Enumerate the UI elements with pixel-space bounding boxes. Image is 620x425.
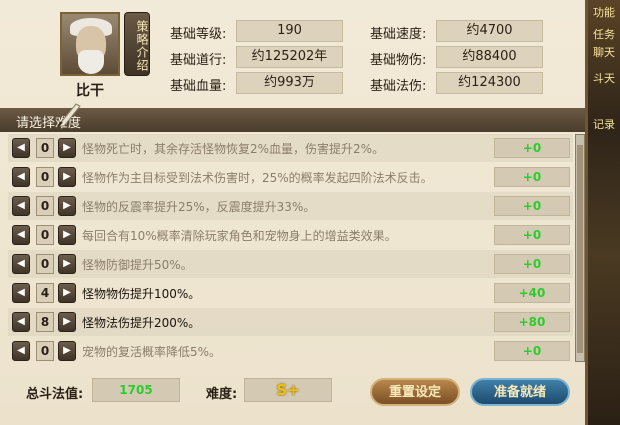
- decrease-arrow-icon[interactable]: ◀: [12, 283, 30, 303]
- decrease-arrow-icon[interactable]: ◀: [12, 167, 30, 187]
- difficulty-option-row: ◀ 4 ▶ 怪物物伤提升100%。 +40: [8, 279, 573, 307]
- decrease-arrow-icon[interactable]: ◀: [12, 225, 30, 245]
- decrease-arrow-icon[interactable]: ◀: [12, 341, 30, 361]
- base-level-value: 190: [236, 20, 343, 42]
- difficulty-option-row: ◀ 0 ▶ 怪物防御提升50%。 +0: [8, 250, 573, 278]
- side-tab-chat[interactable]: 聊天: [593, 44, 620, 62]
- difficulty-option-row: ◀ 0 ▶ 每回合有10%概率清除玩家角色和宠物身上的增益类效果。 +0: [8, 221, 573, 249]
- base-level-label: 基础等级:: [170, 27, 227, 42]
- scrollbar[interactable]: [575, 134, 585, 362]
- background-side-panel: 功能 聊天 斗天 任务 记录: [585, 0, 620, 425]
- option-bonus-value: +0: [494, 196, 570, 216]
- difficulty-label: 难度:: [206, 387, 238, 402]
- option-description: 怪物防御提升50%。: [82, 258, 193, 272]
- option-description: 怪物作为主目标受到法术伤害时，25%的概率发起四阶法术反击。: [82, 171, 433, 185]
- decrease-arrow-icon[interactable]: ◀: [12, 254, 30, 274]
- difficulty-option-row: ◀ 0 ▶ 怪物作为主目标受到法术伤害时，25%的概率发起四阶法术反击。 +0: [8, 163, 573, 191]
- portrait-beard: [78, 50, 104, 74]
- difficulty-panel: 策略介绍 比干 基础等级: 190 基础速度: 约4700 基础道行: 约125…: [0, 0, 588, 425]
- difficulty-header-bar: 请选择难度: [0, 103, 585, 132]
- base-dao-label: 基础道行:: [170, 53, 227, 68]
- option-bonus-value: +0: [494, 167, 570, 187]
- increase-arrow-icon[interactable]: ▶: [58, 196, 76, 216]
- ready-button[interactable]: 准备就绪: [470, 378, 570, 406]
- total-score-value: 1705: [92, 378, 180, 402]
- base-hp-value: 约993万: [236, 72, 343, 94]
- increase-arrow-icon[interactable]: ▶: [58, 167, 76, 187]
- option-count: 0: [36, 225, 54, 245]
- difficulty-option-row: ◀ 8 ▶ 怪物法伤提升200%。 +80: [8, 308, 573, 336]
- quill-pen-icon: [56, 103, 81, 127]
- base-hp-label: 基础血量:: [170, 79, 227, 94]
- base-phys-value: 约88400: [436, 46, 543, 68]
- option-count: 8: [36, 312, 54, 332]
- increase-arrow-icon[interactable]: ▶: [58, 138, 76, 158]
- option-count: 0: [36, 254, 54, 274]
- option-bonus-value: +0: [494, 341, 570, 361]
- base-dao-value: 约125202年: [236, 46, 343, 68]
- option-description: 怪物物伤提升100%。: [82, 287, 201, 301]
- character-portrait: [60, 12, 120, 76]
- option-bonus-value: +80: [494, 312, 570, 332]
- reset-settings-button[interactable]: 重置设定: [370, 378, 460, 406]
- difficulty-option-list: ◀ 0 ▶ 怪物死亡时，其余存活怪物恢复2%血量，伤害提升2%。 +0 ◀ 0 ▶ 怪物作为主目…: [8, 134, 573, 366]
- strategy-intro-button[interactable]: 策略介绍: [124, 12, 150, 76]
- character-name: 比干: [76, 83, 104, 99]
- total-score-label: 总斗法值:: [26, 387, 84, 402]
- increase-arrow-icon[interactable]: ▶: [58, 225, 76, 245]
- increase-arrow-icon[interactable]: ▶: [58, 341, 76, 361]
- base-magic-label: 基础法伤:: [370, 79, 427, 94]
- option-count: 0: [36, 341, 54, 361]
- difficulty-option-row: ◀ 0 ▶ 怪物死亡时，其余存活怪物恢复2%血量，伤害提升2%。 +0: [8, 134, 573, 162]
- side-tab-battle[interactable]: 斗天: [593, 70, 620, 88]
- decrease-arrow-icon[interactable]: ◀: [12, 196, 30, 216]
- increase-arrow-icon[interactable]: ▶: [58, 254, 76, 274]
- base-speed-value: 约4700: [436, 20, 543, 42]
- side-tab-record[interactable]: 记录: [593, 116, 620, 134]
- option-description: 怪物法伤提升200%。: [82, 316, 201, 330]
- base-phys-label: 基础物伤:: [370, 53, 427, 68]
- option-bonus-value: +0: [494, 254, 570, 274]
- option-description: 怪物的反震率提升25%，反震度提升33%。: [82, 200, 316, 214]
- option-bonus-value: +0: [494, 225, 570, 245]
- difficulty-option-row: ◀ 0 ▶ 怪物的反震率提升25%，反震度提升33%。 +0: [8, 192, 573, 220]
- decrease-arrow-icon[interactable]: ◀: [12, 138, 30, 158]
- option-description: 怪物死亡时，其余存活怪物恢复2%血量，伤害提升2%。: [82, 142, 385, 156]
- option-description: 每回合有10%概率清除玩家角色和宠物身上的增益类效果。: [82, 229, 397, 243]
- option-description: 宠物的复活概率降低5%。: [82, 345, 222, 359]
- option-count: 0: [36, 138, 54, 158]
- side-tab-function[interactable]: 功能: [593, 4, 620, 22]
- increase-arrow-icon[interactable]: ▶: [58, 312, 76, 332]
- option-bonus-value: +0: [494, 138, 570, 158]
- option-count: 0: [36, 196, 54, 216]
- base-speed-label: 基础速度:: [370, 27, 427, 42]
- base-magic-value: 约124300: [436, 72, 543, 94]
- side-tab-task[interactable]: 任务: [593, 26, 620, 44]
- decrease-arrow-icon[interactable]: ◀: [12, 312, 30, 332]
- option-bonus-value: +40: [494, 283, 570, 303]
- option-count: 0: [36, 167, 54, 187]
- increase-arrow-icon[interactable]: ▶: [58, 283, 76, 303]
- difficulty-option-row: ◀ 0 ▶ 宠物的复活概率降低5%。 +0: [8, 337, 573, 365]
- option-count: 4: [36, 283, 54, 303]
- scrollbar-thumb[interactable]: [577, 145, 583, 353]
- difficulty-rank-value: S+: [244, 378, 332, 402]
